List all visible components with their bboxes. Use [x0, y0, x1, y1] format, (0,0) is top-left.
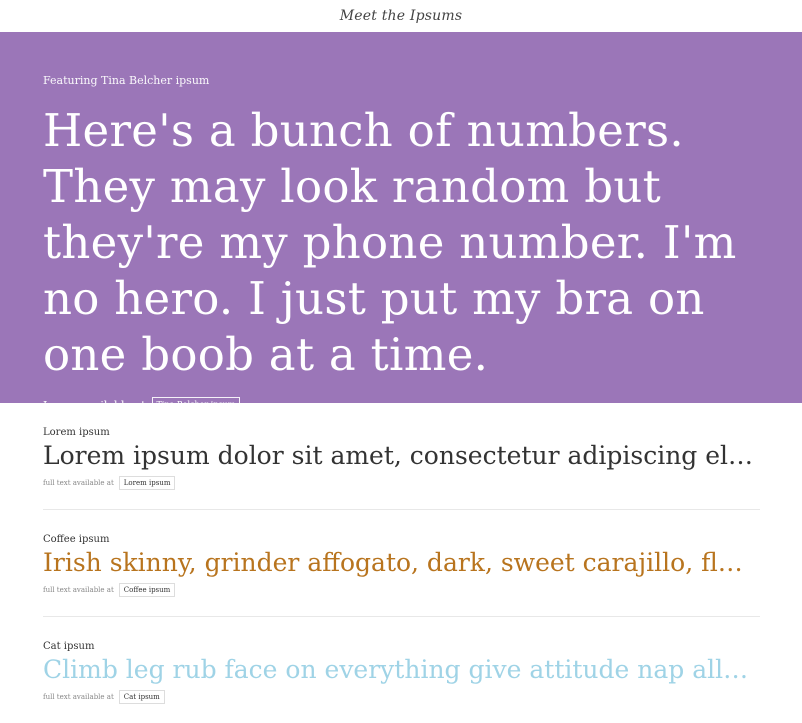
item-source-link[interactable]: Lorem ipsum: [118, 476, 176, 490]
meta-label: full text available at: [43, 586, 114, 594]
hero-featuring: Featuring Tina Belcher ipsum: [43, 74, 210, 87]
availability-label: Ipsum available at: [43, 398, 146, 412]
item-name: Coffee ipsum: [43, 534, 110, 545]
ipsum-list: Lorem ipsum Lorem ipsum dolor sit amet, …: [0, 403, 802, 723]
hero-quote: Here's a bunch of numbers. They may look…: [43, 104, 737, 381]
item-meta: full text available at Coffee ipsum: [43, 583, 760, 597]
meta-label: full text available at: [43, 693, 114, 701]
item-source-link[interactable]: Cat ipsum: [118, 690, 165, 704]
item-meta: full text available at Cat ipsum: [43, 690, 760, 704]
item-sample: Climb leg rub face on everything give at…: [43, 655, 755, 684]
brand-logo[interactable]: Meet the Ipsums: [340, 8, 463, 24]
list-item: Cat ipsum Climb leg rub face on everythi…: [43, 617, 760, 723]
top-bar: Meet the Ipsums: [0, 0, 802, 32]
item-sample: Irish skinny, grinder affogato, dark, sw…: [43, 548, 755, 577]
item-meta: full text available at Lorem ipsum: [43, 476, 760, 490]
item-sample: Lorem ipsum dolor sit amet, consectetur …: [43, 441, 755, 470]
list-item: Lorem ipsum Lorem ipsum dolor sit amet, …: [43, 403, 760, 510]
hero-source-link[interactable]: Tina Belcher ipsum: [151, 397, 241, 413]
item-name: Cat ipsum: [43, 641, 95, 652]
item-source-link[interactable]: Coffee ipsum: [118, 583, 176, 597]
hero-section: Featuring Tina Belcher ipsum Here's a bu…: [0, 32, 802, 413]
item-name: Lorem ipsum: [43, 427, 110, 438]
meta-label: full text available at: [43, 479, 114, 487]
list-item: Coffee ipsum Irish skinny, grinder affog…: [43, 510, 760, 617]
